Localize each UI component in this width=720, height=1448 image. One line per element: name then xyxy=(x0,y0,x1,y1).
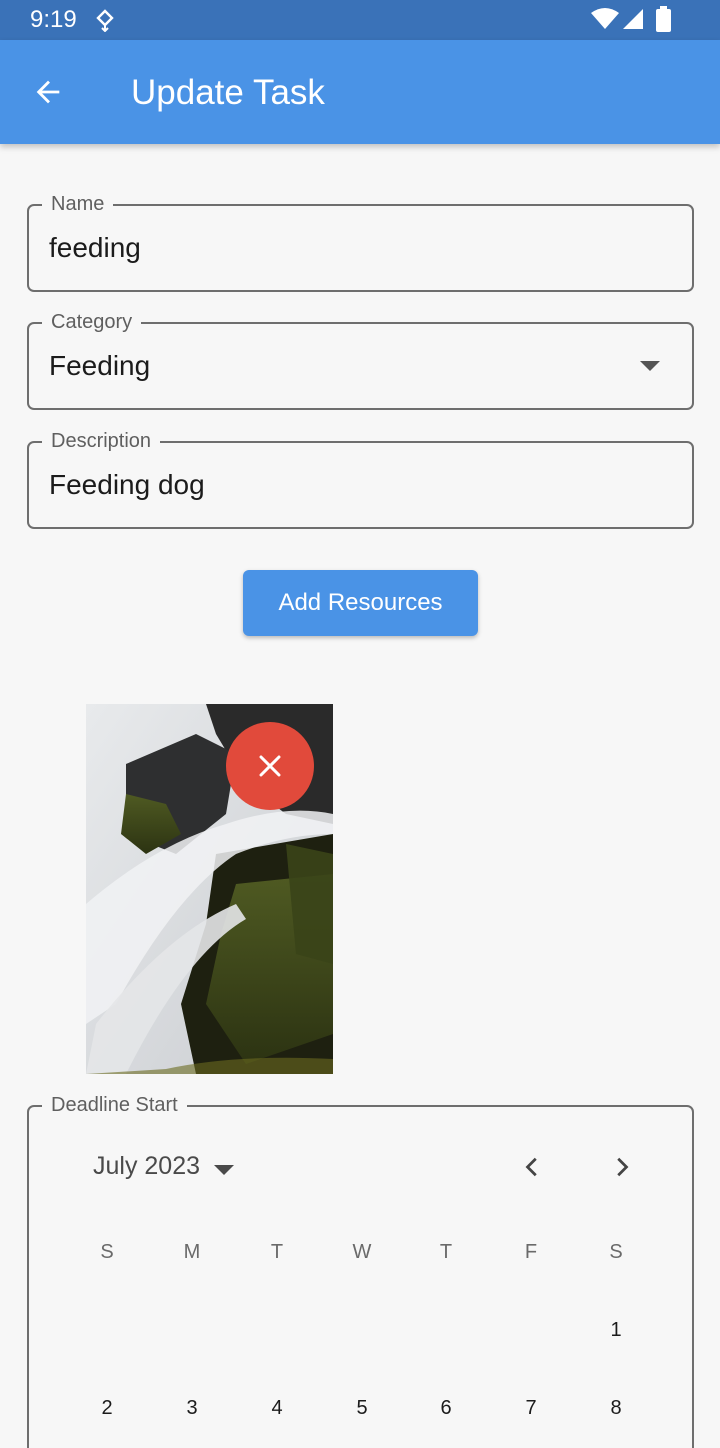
weekday-header: F xyxy=(524,1241,538,1263)
month-year-label: July 2023 xyxy=(93,1152,201,1180)
dropdown-arrow-icon[interactable] xyxy=(640,361,660,371)
add-resources-button[interactable]: Add Resources xyxy=(243,570,478,636)
calendar-day[interactable]: 8 xyxy=(592,1390,640,1426)
month-year-selector[interactable]: July 2023 xyxy=(93,1151,235,1181)
next-month-button[interactable] xyxy=(601,1149,641,1185)
category-dropdown[interactable]: Category Feeding xyxy=(27,310,694,410)
signal-icon xyxy=(623,9,643,29)
chevron-right-icon xyxy=(617,1157,629,1177)
chevron-left-icon xyxy=(525,1157,537,1177)
description-field-value[interactable]: Feeding dog xyxy=(49,467,205,503)
back-button[interactable] xyxy=(20,68,76,116)
app-bar: Update Task xyxy=(0,40,720,144)
name-field[interactable]: Name feeding xyxy=(27,192,694,292)
calendar-day[interactable]: 4 xyxy=(253,1390,301,1426)
deadline-start-label: Deadline Start xyxy=(42,1093,187,1117)
category-selected-value[interactable]: Feeding xyxy=(49,348,150,384)
previous-month-button[interactable] xyxy=(513,1149,553,1185)
wifi-icon xyxy=(591,8,619,29)
arrow-back-icon xyxy=(36,80,60,104)
description-field-label: Description xyxy=(42,429,161,453)
calendar-day[interactable]: 2 xyxy=(83,1390,131,1426)
category-field-label: Category xyxy=(42,310,142,334)
calendar-day[interactable]: 3 xyxy=(168,1390,216,1426)
remove-resource-button[interactable] xyxy=(226,722,314,810)
name-field-label: Name xyxy=(42,192,114,216)
battery-icon xyxy=(656,6,671,32)
close-icon xyxy=(259,755,281,777)
page-title: Update Task xyxy=(131,73,325,112)
calendar-day[interactable]: 1 xyxy=(592,1312,640,1348)
sync-icon xyxy=(96,9,114,32)
status-bar: 9:19 xyxy=(0,0,720,40)
chevron-down-icon xyxy=(214,1164,235,1175)
status-time: 9:19 xyxy=(30,6,77,33)
calendar-day[interactable]: 5 xyxy=(338,1390,386,1426)
weekday-header: T xyxy=(270,1241,284,1263)
weekday-header: M xyxy=(183,1241,201,1263)
weekday-header: T xyxy=(439,1241,453,1263)
name-field-value[interactable]: feeding xyxy=(49,230,141,266)
weekday-header: S xyxy=(609,1241,623,1263)
calendar-day[interactable]: 7 xyxy=(507,1390,555,1426)
calendar-day[interactable]: 6 xyxy=(422,1390,470,1426)
weekday-header: W xyxy=(352,1241,372,1263)
deadline-start-calendar: Deadline Start July 2023 S M T W T F S 1… xyxy=(27,1093,694,1448)
description-field[interactable]: Description Feeding dog xyxy=(27,429,694,529)
weekday-header: S xyxy=(100,1241,114,1263)
